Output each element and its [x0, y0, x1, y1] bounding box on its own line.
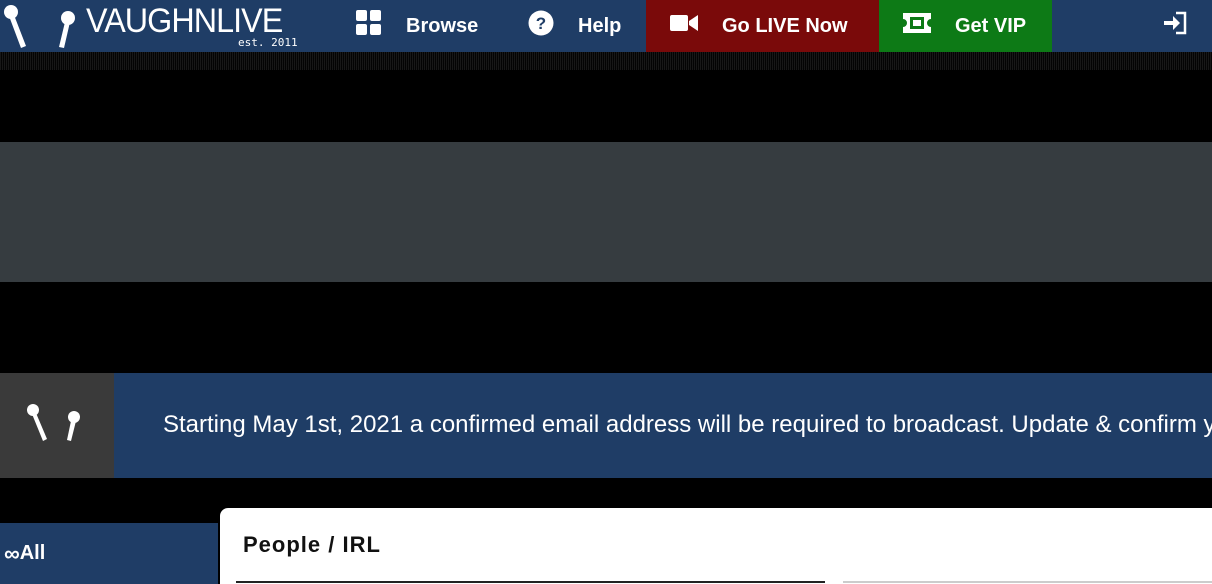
divider — [236, 581, 825, 583]
get-vip-label: Get VIP — [955, 14, 1027, 37]
microphones-icon — [0, 373, 114, 478]
site-logo[interactable]: VAUGHNLIVE est. 2011 — [0, 0, 310, 52]
category-all-label: All — [19, 542, 46, 564]
brand-tagline: est. 2011 — [238, 36, 298, 49]
divider — [843, 581, 1212, 583]
infinity-icon: ∞ — [4, 540, 20, 566]
category-title: People / IRL — [243, 532, 381, 557]
top-navbar: VAUGHNLIVE est. 2011 Browse ? Help Go LI… — [0, 0, 1212, 52]
video-camera-icon — [670, 13, 698, 39]
ticket-icon — [903, 13, 931, 39]
question-circle-icon: ? — [528, 10, 554, 42]
svg-text:?: ? — [536, 14, 546, 33]
login-button[interactable] — [1162, 0, 1188, 52]
browse-label: Browse — [406, 14, 479, 37]
go-live-label: Go LIVE Now — [722, 14, 848, 37]
announcement-text: Starting May 1st, 2021 a confirmed email… — [163, 411, 1212, 438]
hero-banner — [0, 142, 1212, 282]
get-vip-button[interactable]: Get VIP — [879, 0, 1052, 52]
microphones-logo-icon — [4, 5, 75, 48]
grid-icon — [356, 10, 382, 42]
texture-strip — [0, 52, 1212, 70]
go-live-button[interactable]: Go LIVE Now — [646, 0, 879, 52]
announcement-bar: Starting May 1st, 2021 a confirmed email… — [0, 373, 1212, 478]
category-panel: People / IRL — [220, 508, 1212, 584]
category-all-button[interactable]: ∞ All — [0, 523, 218, 584]
sign-in-icon — [1162, 10, 1188, 42]
browse-link[interactable]: Browse — [356, 0, 478, 52]
help-label: Help — [578, 14, 622, 37]
help-link[interactable]: ? Help — [528, 0, 621, 52]
